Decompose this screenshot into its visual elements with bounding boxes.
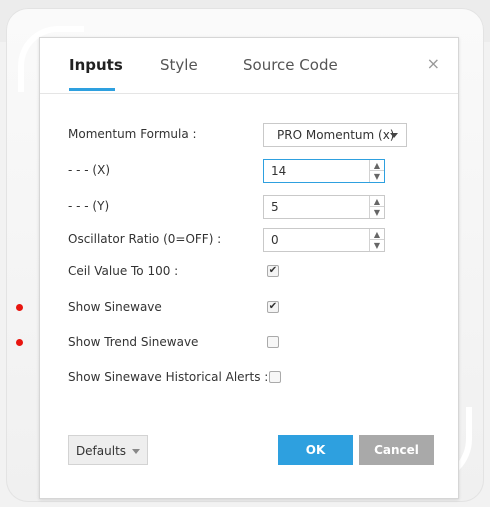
- show-trend-sinewave-label: Show Trend Sinewave: [68, 335, 199, 349]
- oscillator-ratio-stepper[interactable]: ▲ ▼: [263, 228, 385, 252]
- ceil-value-checkbox[interactable]: ✔: [267, 265, 279, 277]
- oscillator-ratio-label: Oscillator Ratio (0=OFF) :: [68, 232, 222, 246]
- close-icon[interactable]: ×: [427, 54, 440, 73]
- settings-dialog: Inputs Style Source Code × Momentum Form…: [16, 37, 459, 499]
- show-trend-sinewave-checkbox[interactable]: [267, 336, 279, 348]
- show-sinewave-label: Show Sinewave: [68, 300, 162, 314]
- chevron-down-icon: [132, 449, 141, 454]
- red-marker-dot: [16, 304, 23, 311]
- tab-bar: Inputs Style Source Code ×: [40, 38, 458, 94]
- decrement-icon[interactable]: ▼: [370, 207, 384, 218]
- increment-icon[interactable]: ▲: [370, 229, 384, 240]
- tab-style[interactable]: Style: [160, 56, 198, 74]
- decrement-icon[interactable]: ▼: [370, 171, 384, 182]
- x-label: - - - (X): [68, 163, 111, 177]
- tab-inputs[interactable]: Inputs: [69, 56, 123, 74]
- y-row: - - - (Y) ▲ ▼: [40, 195, 458, 219]
- oscillator-ratio-row: Oscillator Ratio (0=OFF) : ▲ ▼: [40, 228, 458, 252]
- x-stepper-buttons: ▲ ▼: [369, 160, 384, 182]
- tab-source-code[interactable]: Source Code: [243, 56, 338, 74]
- ceil-value-row: Ceil Value To 100 : ✔: [40, 260, 458, 284]
- increment-icon[interactable]: ▲: [370, 160, 384, 171]
- ok-button[interactable]: OK: [278, 435, 353, 465]
- oscillator-ratio-stepper-buttons: ▲ ▼: [369, 229, 384, 251]
- show-sinewave-alerts-checkbox[interactable]: [269, 371, 281, 383]
- cancel-button[interactable]: Cancel: [359, 435, 434, 465]
- decrement-icon[interactable]: ▼: [370, 240, 384, 251]
- y-input[interactable]: [264, 196, 368, 218]
- momentum-formula-label: Momentum Formula :: [68, 127, 197, 141]
- show-sinewave-row: Show Sinewave ✔: [16, 296, 458, 320]
- y-stepper-buttons: ▲ ▼: [369, 196, 384, 218]
- momentum-formula-value: PRO Momentum (x): [277, 128, 395, 142]
- defaults-button[interactable]: Defaults: [68, 435, 148, 465]
- ceil-value-label: Ceil Value To 100 :: [68, 264, 179, 278]
- momentum-formula-select[interactable]: PRO Momentum (x): [263, 123, 407, 147]
- show-sinewave-alerts-label: Show Sinewave Historical Alerts :: [68, 370, 269, 384]
- momentum-formula-row: Momentum Formula : PRO Momentum (x): [40, 123, 458, 147]
- show-trend-sinewave-row: Show Trend Sinewave: [16, 331, 458, 355]
- red-marker-dot: [16, 339, 23, 346]
- oscillator-ratio-input[interactable]: [264, 229, 368, 251]
- x-input[interactable]: [264, 160, 368, 182]
- defaults-label: Defaults: [75, 444, 127, 458]
- show-sinewave-alerts-row: Show Sinewave Historical Alerts :: [40, 366, 458, 390]
- y-stepper[interactable]: ▲ ▼: [263, 195, 385, 219]
- x-row: - - - (X) ▲ ▼: [40, 159, 458, 183]
- increment-icon[interactable]: ▲: [370, 196, 384, 207]
- show-sinewave-checkbox[interactable]: ✔: [267, 301, 279, 313]
- chevron-down-icon: [390, 133, 398, 138]
- y-label: - - - (Y): [68, 199, 110, 213]
- active-tab-indicator: [69, 88, 115, 91]
- x-stepper[interactable]: ▲ ▼: [263, 159, 385, 183]
